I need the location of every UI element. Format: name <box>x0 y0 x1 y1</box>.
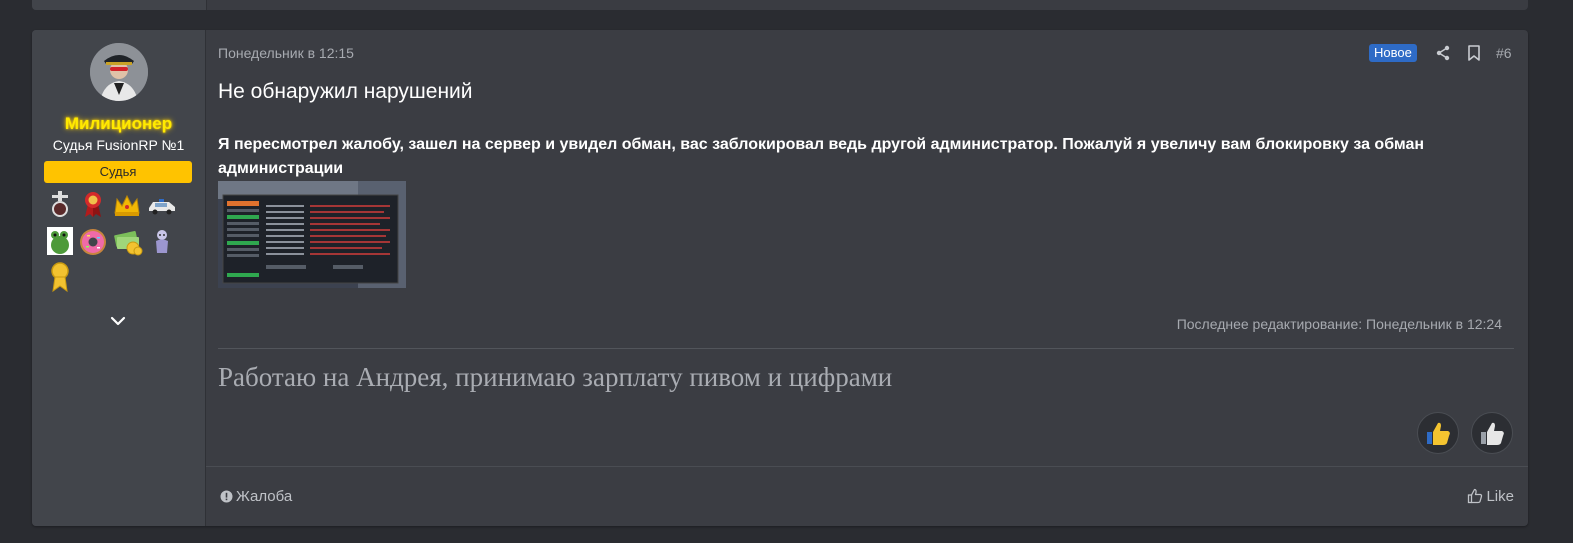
report-button[interactable]: Жалоба <box>220 488 292 507</box>
money-icon[interactable] <box>113 227 143 256</box>
report-label: Жалоба <box>236 488 293 505</box>
share-icon[interactable] <box>1434 44 1452 62</box>
post-card: Милиционер Судья FusionRP №1 Судья Понед… <box>32 30 1528 526</box>
user-info-column: Милиционер Судья FusionRP №1 Судья <box>32 30 206 526</box>
thumbs-up-gray-icon[interactable] <box>1471 412 1513 454</box>
chevron-down-icon[interactable] <box>108 313 128 329</box>
police-car-icon[interactable] <box>147 191 175 219</box>
post-body: Я пересмотрел жалобу, зашел на сервер и … <box>218 136 1425 177</box>
attachment-thumbnail[interactable] <box>218 181 406 288</box>
ghost-figure-icon[interactable] <box>150 227 178 255</box>
avatar[interactable] <box>90 43 148 101</box>
gold-crown-icon[interactable] <box>113 191 141 219</box>
medal-cross-icon[interactable] <box>46 190 74 218</box>
alert-circle-icon <box>220 490 233 507</box>
red-ribbon-medal-icon[interactable] <box>79 190 107 218</box>
frog-icon[interactable] <box>46 226 74 255</box>
thumbs-up-icon[interactable] <box>1417 412 1459 454</box>
role-banner: Судья <box>44 161 192 183</box>
user-title: Судья FusionRP №1 <box>52 137 185 153</box>
donut-icon[interactable] <box>78 227 106 255</box>
new-badge: Новое <box>1369 44 1417 62</box>
like-button[interactable]: Like <box>1467 488 1514 508</box>
last-edited-note: Последнее редактирование: Понедельник в … <box>1176 316 1502 332</box>
signature-divider <box>218 348 1514 349</box>
thumbs-up-outline-icon <box>1467 488 1483 508</box>
username[interactable]: Милиционер <box>32 114 205 134</box>
post-date[interactable]: Понедельник в 12:15 <box>218 45 354 61</box>
like-label: Like <box>1486 488 1514 505</box>
post-number[interactable]: #6 <box>1496 45 1512 61</box>
gold-ribbon-medal-icon[interactable] <box>46 261 74 293</box>
post-footer: Жалоба Like <box>206 466 1528 526</box>
bookmark-icon[interactable] <box>1465 44 1483 62</box>
previous-post-card <box>32 0 1528 10</box>
post-main: Понедельник в 12:15 Новое #6 Не обнаружи… <box>206 30 1528 526</box>
previous-post-user-column <box>32 0 207 10</box>
signature-text: Работаю на Андрея, принимаю зарплату пив… <box>218 362 893 392</box>
post-title: Не обнаружил нарушений <box>218 80 473 103</box>
